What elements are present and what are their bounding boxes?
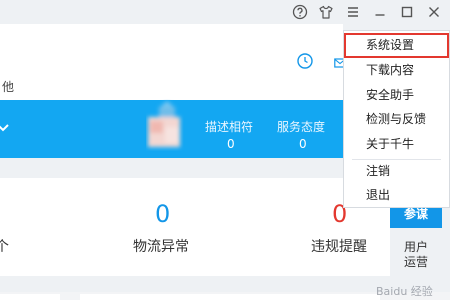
metric-logistics-label[interactable]: 物流异常	[133, 236, 189, 256]
menu-item-logout[interactable]: 注销	[344, 159, 449, 184]
chevron-down-icon[interactable]	[0, 118, 10, 138]
maximize-icon[interactable]	[399, 4, 415, 20]
menu-item-system-settings[interactable]: 系统设置	[344, 33, 449, 58]
minimize-icon[interactable]	[372, 4, 388, 20]
stat-value-description: 0	[227, 137, 235, 151]
tshirt-icon[interactable]	[318, 4, 334, 20]
hamburger-icon[interactable]	[345, 4, 361, 20]
stat-value-service: 0	[299, 137, 307, 151]
question-circle-icon[interactable]	[292, 4, 308, 20]
stat-label-service: 服务态度	[277, 120, 326, 134]
card-stub	[0, 294, 60, 300]
metrics-panel: 0 物流异常 0 违规提醒 个	[0, 178, 390, 276]
close-icon[interactable]	[426, 4, 442, 20]
menu-item-security-assistant[interactable]: 安全助手	[344, 83, 449, 108]
watermark: Baidu 经验	[376, 283, 433, 299]
watermark-text: Baidu 经验	[376, 285, 433, 298]
metric-partial-label[interactable]: 个	[0, 236, 9, 256]
header-partial-text: 他	[2, 80, 15, 94]
menu-item-downloads[interactable]: 下载内容	[344, 58, 449, 83]
clock-icon[interactable]	[296, 52, 314, 70]
menu-item-about[interactable]: 关于千牛	[344, 132, 449, 157]
title-bar	[0, 0, 450, 24]
stat-label-description: 描述相符	[205, 120, 254, 134]
settings-dropdown-menu: 系统设置 下载内容 安全助手 检测与反馈 关于千牛 注销 退出	[343, 30, 450, 208]
side-text-ops[interactable]: 运营	[404, 253, 428, 270]
metric-violation-label[interactable]: 违规提醒	[311, 236, 367, 256]
menu-item-diagnostics-feedback[interactable]: 检测与反馈	[344, 107, 449, 132]
header-card: 他	[0, 24, 346, 100]
metric-logistics-count[interactable]: 0	[155, 200, 170, 228]
avatar[interactable]	[146, 99, 188, 151]
menu-item-exit[interactable]: 退出	[344, 183, 449, 208]
card-stub	[80, 294, 380, 300]
